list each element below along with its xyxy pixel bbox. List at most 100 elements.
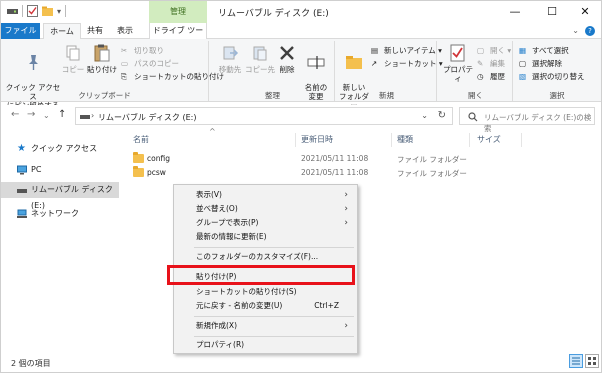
new-folder-qat-icon[interactable]: [42, 5, 53, 17]
title-bar: ▾ 管理 リムーバブル ディスク (E:) — ☐ ✕: [1, 1, 601, 23]
nav-pc[interactable]: PC: [1, 162, 119, 178]
submenu-arrow-icon: ›: [344, 218, 348, 228]
file-name: config: [147, 154, 170, 163]
menu-item-undo-rename[interactable]: 元に戻す - 名前の変更(U) Ctrl+Z: [174, 299, 357, 313]
copy-button[interactable]: コピー: [61, 43, 85, 74]
select-all-icon: ▦: [519, 45, 527, 55]
column-headers: ^ 名前 更新日時 種類 サイズ: [129, 127, 601, 147]
status-item-count: 2 個の項目: [11, 359, 51, 368]
column-type[interactable]: 種類: [397, 134, 413, 145]
recent-locations-button[interactable]: ⌄: [43, 111, 50, 120]
paste-clipboard-icon: [94, 44, 110, 62]
forward-button[interactable]: →: [27, 109, 35, 120]
paste-button[interactable]: 貼り付け: [87, 43, 117, 74]
ribbon: クイック アクセス にピン留めする コピー 貼り付け ✂切り取り ▭パスのコピー…: [1, 39, 601, 110]
ribbon-tabs: ファイル ホーム 共有 表示 ドライブ ツール ⌄ ?: [1, 23, 601, 51]
column-date[interactable]: 更新日時: [301, 134, 333, 145]
drive-icon: [7, 9, 18, 14]
column-divider[interactable]: [469, 133, 470, 147]
help-icon[interactable]: ?: [585, 26, 595, 36]
pin-icon: [29, 55, 38, 70]
column-name[interactable]: 名前: [133, 134, 149, 145]
organize-group-label: 整理: [265, 91, 280, 100]
nav-quick-access[interactable]: ★ クイック アクセス: [1, 141, 119, 157]
menu-item-new[interactable]: 新規作成(X) ›: [174, 319, 357, 333]
details-view-button[interactable]: [569, 354, 583, 368]
tab-home[interactable]: ホーム: [43, 23, 81, 40]
copy-to-button[interactable]: コピー先: [245, 43, 275, 74]
navigation-pane: ★ クイック アクセス PC リムーバブル ディスク (E:) ネットワーク: [1, 131, 119, 351]
rename-icon: [307, 56, 325, 69]
copy-to-icon: [253, 46, 267, 61]
select-group: ▦ すべて選択 ▢ 選択解除 ▧ 選択の切り替え 選択: [515, 41, 599, 101]
open-button[interactable]: ▢ 開く ▾: [477, 45, 511, 56]
up-button[interactable]: ↑: [58, 109, 66, 120]
scissors-icon: ✂: [121, 45, 128, 55]
tab-view[interactable]: 表示: [111, 23, 139, 39]
column-divider[interactable]: [521, 133, 522, 147]
breadcrumb-chevron-icon: ›: [91, 111, 95, 120]
file-type: ファイル フォルダー: [397, 155, 467, 164]
menu-separator: [194, 336, 354, 337]
properties-check-icon[interactable]: [27, 5, 38, 17]
menu-item-properties[interactable]: プロパティ(R): [174, 338, 357, 352]
column-size[interactable]: サイズ: [477, 134, 501, 145]
clipboard-group: クイック アクセス にピン留めする コピー 貼り付け ✂切り取り ▭パスのコピー…: [1, 41, 224, 110]
manage-contextual-tab: 管理: [149, 1, 207, 23]
nav-network[interactable]: ネットワーク: [1, 206, 119, 222]
edit-icon: ✎: [477, 58, 484, 68]
tab-drive-tools[interactable]: ドライブ ツール: [149, 23, 207, 51]
new-group-label: 新規: [379, 91, 394, 100]
address-dropdown-icon[interactable]: ⌄: [421, 111, 428, 120]
easy-access-button[interactable]: ↗ ショートカット ▾: [371, 58, 443, 69]
menu-item-sort[interactable]: 並べ替え(O) ›: [174, 202, 357, 216]
folder-icon: [133, 166, 144, 177]
back-button[interactable]: ←: [11, 109, 19, 120]
copy-path-button[interactable]: ▭ パスのコピー: [121, 58, 179, 69]
menu-item-view[interactable]: 表示(V) ›: [174, 188, 357, 202]
file-row[interactable]: config 2021/05/11 11:08 ファイル フォルダー: [129, 152, 469, 166]
copy-path-icon: ▭: [121, 58, 129, 68]
edit-button[interactable]: ✎ 編集: [477, 58, 505, 69]
delete-x-icon: [280, 46, 294, 60]
sort-up-icon: ^: [209, 127, 216, 136]
menu-shortcut-label: Ctrl+Z: [314, 301, 339, 310]
maximize-button[interactable]: ☐: [538, 3, 566, 21]
address-bar[interactable]: › リムーバブル ディスク (E:) ⌄ ↻: [75, 107, 453, 125]
new-item-button[interactable]: ▤ 新しいアイテム ▾: [371, 45, 442, 56]
folder-icon: [133, 152, 144, 163]
file-row[interactable]: pcsw 2021/05/11 11:08 ファイル フォルダー: [129, 166, 469, 180]
select-all-button[interactable]: ▦ すべて選択: [519, 45, 569, 56]
refresh-icon[interactable]: ↻: [438, 110, 446, 121]
move-to-button[interactable]: 移動先: [215, 43, 245, 74]
organize-group: 移動先 コピー先 削除 名前の 変更 整理: [211, 41, 335, 101]
delete-button[interactable]: 削除: [275, 43, 299, 74]
submenu-arrow-icon: ›: [344, 190, 348, 200]
tab-file[interactable]: ファイル: [1, 23, 40, 39]
minimize-button[interactable]: —: [501, 3, 529, 21]
close-button[interactable]: ✕: [571, 3, 599, 21]
submenu-arrow-icon: ›: [344, 204, 348, 214]
column-divider[interactable]: [391, 133, 392, 147]
menu-item-customize-folder[interactable]: このフォルダーのカスタマイズ(F)...: [174, 250, 357, 264]
paste-shortcut-button[interactable]: ⎘ ショートカットの貼り付け: [121, 71, 224, 82]
tab-share[interactable]: 共有: [81, 23, 109, 39]
invert-selection-button[interactable]: ▧ 選択の切り替え: [519, 71, 585, 82]
menu-item-group-by[interactable]: グループで表示(P) ›: [174, 216, 357, 230]
file-date: 2021/05/11 11:08: [301, 154, 369, 163]
properties-button[interactable]: プロパティ: [441, 43, 475, 83]
search-box[interactable]: リムーバブル ディスク (E:)の検索: [459, 107, 595, 133]
history-button[interactable]: ◷ 履歴: [477, 71, 505, 82]
ribbon-expand-icon[interactable]: ⌄: [572, 26, 579, 35]
nav-removable-disk[interactable]: リムーバブル ディスク (E:): [1, 182, 119, 210]
select-none-button[interactable]: ▢ 選択解除: [519, 58, 562, 69]
large-icons-view-button[interactable]: [585, 354, 599, 368]
cut-button[interactable]: ✂ 切り取り: [121, 45, 164, 56]
select-none-icon: ▢: [519, 58, 527, 68]
new-item-icon: ▤: [371, 45, 379, 55]
qat-customize-icon[interactable]: ▾: [57, 7, 61, 16]
menu-item-paste-shortcut[interactable]: ショートカットの貼り付け(S): [174, 285, 357, 299]
invert-selection-icon: ▧: [519, 71, 527, 81]
column-divider[interactable]: [295, 133, 296, 147]
menu-item-refresh[interactable]: 最新の情報に更新(E): [174, 230, 357, 244]
